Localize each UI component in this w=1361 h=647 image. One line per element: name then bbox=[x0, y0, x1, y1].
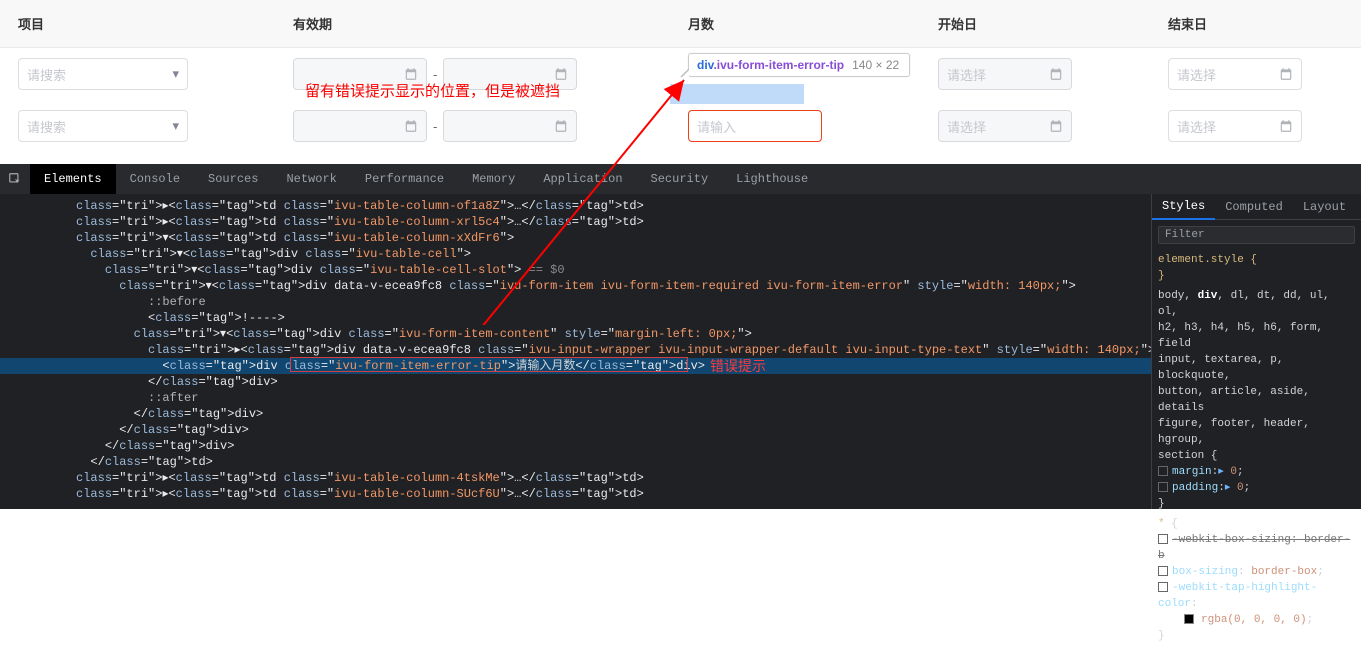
devtools-tab-application[interactable]: Application bbox=[529, 164, 636, 194]
start-date[interactable]: 请选择 bbox=[938, 58, 1072, 90]
calendar-icon bbox=[1279, 67, 1293, 81]
table-row: 请搜索 ▾ - 请选择 bbox=[0, 48, 1361, 100]
devtools-tab-network[interactable]: Network bbox=[272, 164, 350, 194]
table-header-row: 项目 有效期 月数 开始日 结束日 bbox=[0, 0, 1361, 48]
devtools-tab-lighthouse[interactable]: Lighthouse bbox=[722, 164, 822, 194]
elements-dom-tree[interactable]: class="tri">▸<class="tag">td class="ivu-… bbox=[0, 194, 1151, 509]
date-placeholder: 请选择 bbox=[1177, 117, 1216, 136]
devtools-tab-memory[interactable]: Memory bbox=[458, 164, 529, 194]
styles-filter-input[interactable]: Filter bbox=[1158, 226, 1355, 244]
annotation-note: 留有错误提示显示的位置，但是被遮挡 bbox=[305, 80, 560, 101]
date-placeholder: 请选择 bbox=[947, 65, 986, 84]
date-placeholder: 请选择 bbox=[1177, 65, 1216, 84]
select-placeholder: 请搜索 bbox=[27, 117, 66, 136]
col-header-validity: 有效期 bbox=[275, 14, 670, 33]
chevron-down-icon: ▾ bbox=[172, 66, 179, 82]
tooltip-dims: 140 × 22 bbox=[852, 58, 899, 72]
devtools-tab-security[interactable]: Security bbox=[637, 164, 723, 194]
annotation-error-label: 错误提示 bbox=[710, 356, 766, 376]
calendar-icon bbox=[1049, 67, 1063, 81]
calendar-icon bbox=[554, 67, 568, 81]
col-header-start: 开始日 bbox=[920, 14, 1150, 33]
start-date[interactable]: 请选择 bbox=[938, 110, 1072, 142]
calendar-icon bbox=[1279, 119, 1293, 133]
form-table: 项目 有效期 月数 开始日 结束日 请搜索 ▾ - bbox=[0, 0, 1361, 164]
devtools-tab-sources[interactable]: Sources bbox=[194, 164, 272, 194]
end-date[interactable]: 请选择 bbox=[1168, 58, 1302, 90]
devtools-panel: ElementsConsoleSourcesNetworkPerformance… bbox=[0, 164, 1361, 509]
annotation-box bbox=[290, 357, 688, 372]
styles-pane[interactable]: StylesComputedLayoutEve Filter element.s… bbox=[1151, 194, 1361, 509]
calendar-icon bbox=[554, 119, 568, 133]
select-placeholder: 请搜索 bbox=[27, 65, 66, 84]
inspect-toggle-icon[interactable] bbox=[0, 172, 30, 186]
devtools-element-tooltip: div.ivu-form-item-error-tip 140 × 22 bbox=[688, 53, 910, 77]
styles-tab-layout[interactable]: Layout bbox=[1293, 194, 1356, 220]
devtools-tab-elements[interactable]: Elements bbox=[30, 164, 116, 194]
table-row: 请搜索 ▾ - 请输入 请选 bbox=[0, 100, 1361, 152]
range-dash: - bbox=[433, 119, 437, 134]
styles-tab-styles[interactable]: Styles bbox=[1152, 194, 1215, 220]
project-select[interactable]: 请搜索 ▾ bbox=[18, 110, 188, 142]
devtools-tab-console[interactable]: Console bbox=[116, 164, 194, 194]
project-select[interactable]: 请搜索 ▾ bbox=[18, 58, 188, 90]
tooltip-tag: div bbox=[697, 58, 713, 72]
col-header-months: 月数 bbox=[670, 14, 920, 33]
devtools-tab-performance[interactable]: Performance bbox=[351, 164, 458, 194]
months-input[interactable]: 请输入 bbox=[688, 110, 822, 142]
calendar-icon bbox=[404, 67, 418, 81]
tooltip-class: .ivu-form-item-error-tip bbox=[713, 58, 844, 72]
chevron-down-icon: ▾ bbox=[172, 118, 179, 134]
styles-tab-computed[interactable]: Computed bbox=[1215, 194, 1293, 220]
date-placeholder: 请选择 bbox=[947, 117, 986, 136]
devtools-tabbar: ElementsConsoleSourcesNetworkPerformance… bbox=[0, 164, 1361, 194]
validity-start-date[interactable] bbox=[293, 110, 427, 142]
validity-end-date[interactable] bbox=[443, 110, 577, 142]
input-placeholder: 请输入 bbox=[697, 117, 736, 136]
styles-tab-eve[interactable]: Eve bbox=[1356, 194, 1361, 220]
col-header-end: 结束日 bbox=[1150, 14, 1361, 33]
end-date[interactable]: 请选择 bbox=[1168, 110, 1302, 142]
col-header-project: 项目 bbox=[0, 14, 275, 33]
calendar-icon bbox=[404, 119, 418, 133]
calendar-icon bbox=[1049, 119, 1063, 133]
